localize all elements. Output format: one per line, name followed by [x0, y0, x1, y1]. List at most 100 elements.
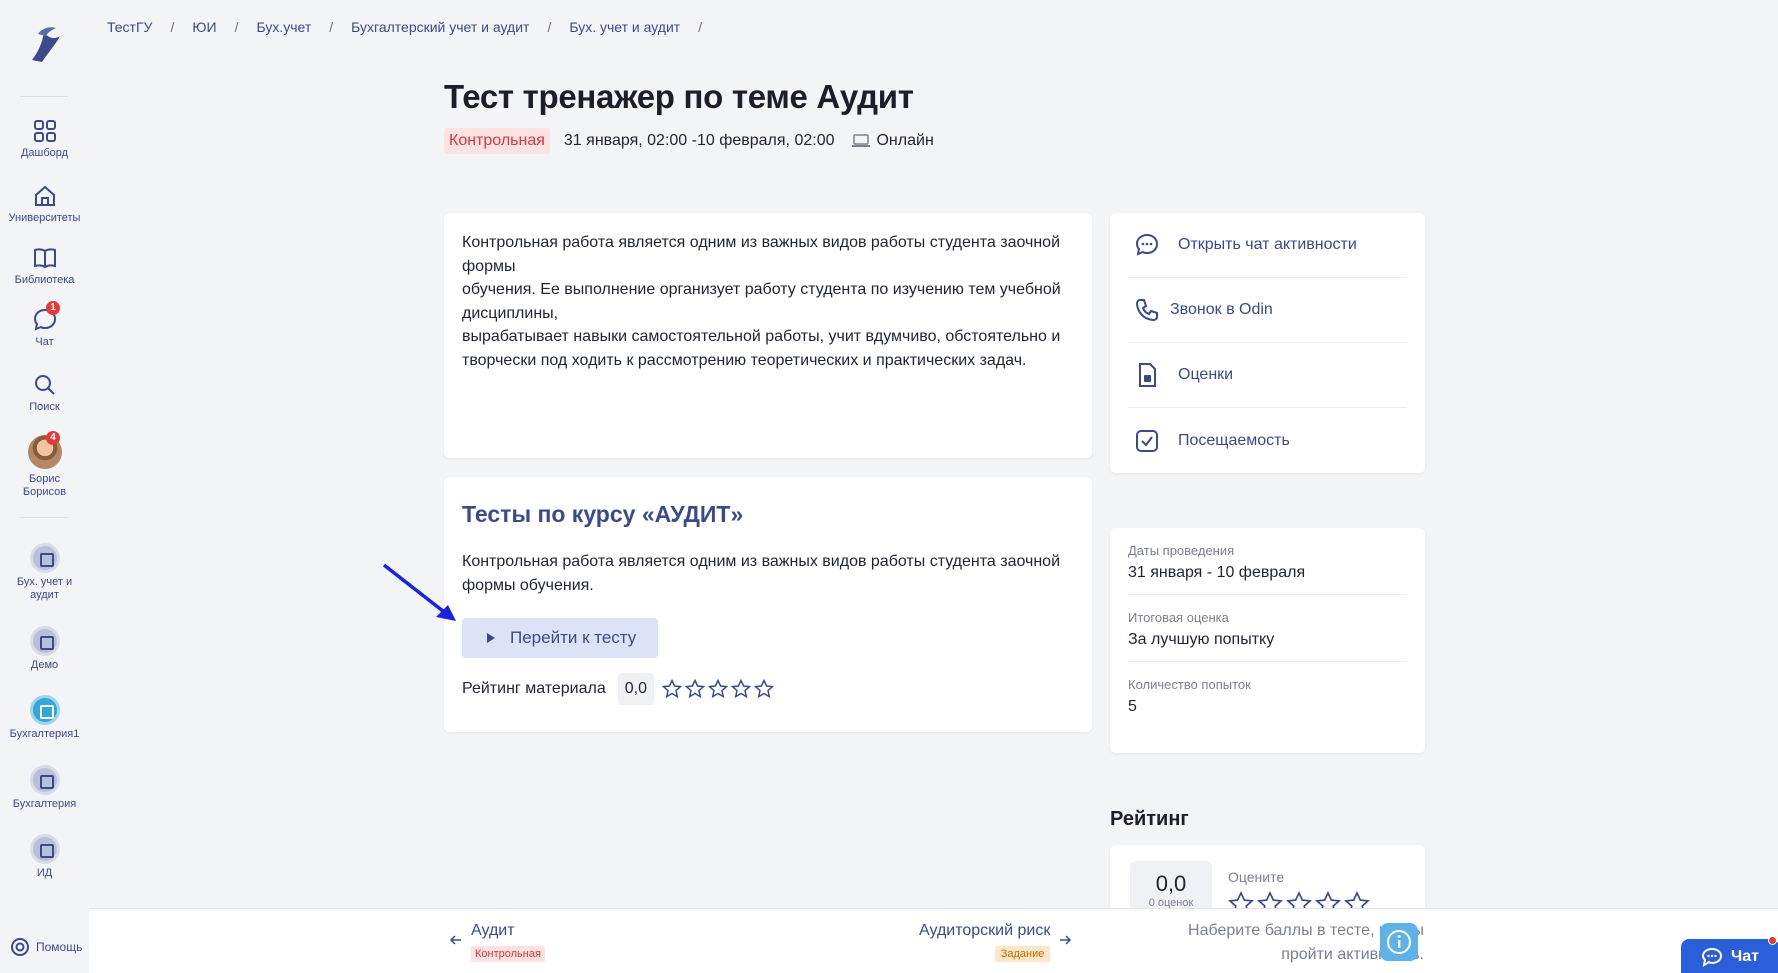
course-icon	[29, 626, 60, 656]
course-icon	[29, 695, 60, 725]
nav-label: Университеты	[8, 212, 81, 224]
activity-meta: Контрольная 31 января, 02:00 -10 февраля…	[444, 128, 934, 154]
open-activity-chat-button[interactable]: Открыть чат активности	[1128, 213, 1407, 278]
nav-course-4[interactable]: Бухгалтерия	[0, 765, 89, 811]
breadcrumb-item[interactable]: ЮИ	[192, 19, 216, 35]
action-label: Открыть чат активности	[1178, 236, 1357, 253]
rating-heading: Рейтинг	[1110, 808, 1189, 830]
star-icon[interactable]	[731, 679, 751, 699]
tests-description: Контрольная работа является одним из важ…	[462, 553, 1061, 594]
material-rating: Рейтинг материала 0,0	[462, 673, 1074, 705]
course-icon	[29, 834, 60, 864]
profile-badge: 4	[46, 431, 60, 445]
annotation-arrow-icon	[382, 563, 456, 621]
star-icon[interactable]	[754, 679, 774, 699]
rating-label: Рейтинг материала	[462, 680, 606, 697]
breadcrumb-item[interactable]: ТестГУ	[107, 19, 152, 35]
info-icon[interactable]	[1380, 923, 1418, 961]
prev-activity-tag: Контрольная	[471, 946, 545, 962]
info-attempts: Количество попыток 5	[1128, 662, 1407, 728]
format-label: Онлайн	[876, 132, 934, 149]
activity-dates: 31 января, 02:00 -10 февраля, 02:00	[563, 132, 835, 149]
bottom-navigation-bar: Аудит Контрольная Аудиторский риск Задан…	[89, 908, 1778, 973]
course-icon	[29, 543, 60, 573]
nav-universities[interactable]: Университеты	[0, 183, 89, 225]
chat-badge: 1	[46, 301, 60, 315]
help-link[interactable]: Помощь	[10, 937, 82, 957]
arrow-left-icon	[449, 935, 461, 945]
tests-card: Тесты по курсу «АУДИТ» Контрольная работ…	[444, 477, 1092, 732]
go-to-test-label: Перейти к тесту	[510, 628, 637, 647]
prev-activity-title: Аудит	[471, 922, 515, 939]
laptop-icon	[852, 134, 871, 147]
attendance-icon	[1136, 429, 1158, 452]
search-icon	[34, 375, 55, 395]
chat-icon	[1135, 233, 1159, 256]
nav-dashboard[interactable]: Дашборд	[0, 118, 89, 160]
breadcrumb-item[interactable]: Бухгалтерский учет и аудит	[351, 19, 529, 35]
nav-profile[interactable]: Борис Борисов 4	[0, 431, 89, 499]
chat-notification-dot	[1768, 936, 1777, 945]
description-card: Контрольная работа является одним из важ…	[444, 213, 1092, 458]
user-name: Борис Борисов	[22, 473, 67, 498]
course-icon	[29, 765, 60, 795]
home-icon	[34, 185, 55, 206]
rating-value: 0,0	[617, 673, 654, 705]
info-label: Даты проведения	[1128, 543, 1235, 558]
chat-button[interactable]: Чат	[1681, 936, 1778, 973]
next-activity-title: Аудиторский риск	[919, 922, 1051, 939]
nav-label: Поиск	[29, 401, 60, 413]
tests-title: Тесты по курсу «АУДИТ»	[462, 501, 744, 527]
action-label: Звонок в Odin	[1170, 301, 1273, 318]
star-icon[interactable]	[708, 679, 728, 699]
course-label: Бух. учет и аудит	[16, 576, 73, 601]
info-label: Итоговая оценка	[1128, 610, 1229, 625]
nav-search[interactable]: Поиск	[0, 372, 89, 414]
page-title: Тест тренажер по теме Аудит	[444, 78, 914, 115]
chat-icon	[1701, 947, 1723, 967]
sidebar: Дашборд Университеты Библиотека Чат 1 По…	[0, 0, 89, 973]
info-value: За лучшую попытку	[1128, 631, 1275, 648]
nav-chat[interactable]: Чат 1	[0, 301, 89, 349]
call-odin-button[interactable]: Звонок в Odin	[1128, 278, 1407, 343]
breadcrumb-item[interactable]: Бух. учет и аудит	[569, 19, 680, 35]
course-label: Демо	[30, 659, 59, 671]
action-label: Посещаемость	[1178, 431, 1290, 449]
next-activity-link[interactable]: Аудиторский риск Задание	[919, 922, 1072, 962]
nav-library[interactable]: Библиотека	[0, 245, 89, 287]
star-icon[interactable]	[685, 679, 705, 699]
rate-label: Оцените	[1228, 869, 1285, 885]
sidebar-divider	[20, 96, 68, 97]
nav-course-1[interactable]: Бух. учет и аудит	[0, 543, 89, 602]
nav-label: Чат	[35, 336, 54, 348]
book-icon	[33, 248, 56, 269]
dashboard-icon	[33, 120, 56, 142]
prev-activity-link[interactable]: Аудит Контрольная	[449, 922, 545, 962]
breadcrumb-item[interactable]: Бух.учет	[256, 19, 311, 35]
rating-stars[interactable]	[662, 679, 774, 699]
info-value: 31 января - 10 февраля	[1128, 564, 1306, 581]
info-value: 5	[1128, 698, 1137, 715]
info-circle-icon	[1387, 930, 1411, 954]
nav-course-2[interactable]: Демо	[0, 626, 89, 672]
info-final-grade: Итоговая оценка За лучшую попытку	[1128, 595, 1407, 662]
nav-label: Библиотека	[14, 274, 75, 286]
course-label: Бухгалтерия	[12, 798, 77, 810]
sidebar-divider	[20, 517, 68, 518]
logo-icon[interactable]	[24, 22, 64, 66]
attendance-button[interactable]: Посещаемость	[1128, 408, 1407, 473]
info-card: Даты проведения 31 января - 10 февраля И…	[1110, 528, 1425, 753]
nav-course-5[interactable]: ИД	[0, 834, 89, 880]
play-icon	[487, 633, 495, 643]
description-text: Контрольная работа является одним из важ…	[462, 234, 1061, 369]
next-activity-tag: Задание	[994, 946, 1051, 962]
info-label: Количество попыток	[1128, 677, 1251, 692]
grades-button[interactable]: Оценки	[1128, 343, 1407, 408]
lifebuoy-icon	[11, 938, 29, 956]
rating-average: 0,0	[1155, 871, 1187, 896]
go-to-test-button[interactable]: Перейти к тесту	[462, 618, 659, 658]
star-icon[interactable]	[662, 679, 682, 699]
nav-label: Дашборд	[20, 147, 69, 159]
nav-course-3[interactable]: Бухгалтерия1	[0, 695, 89, 741]
chat-button-label: Чат	[1731, 947, 1759, 965]
